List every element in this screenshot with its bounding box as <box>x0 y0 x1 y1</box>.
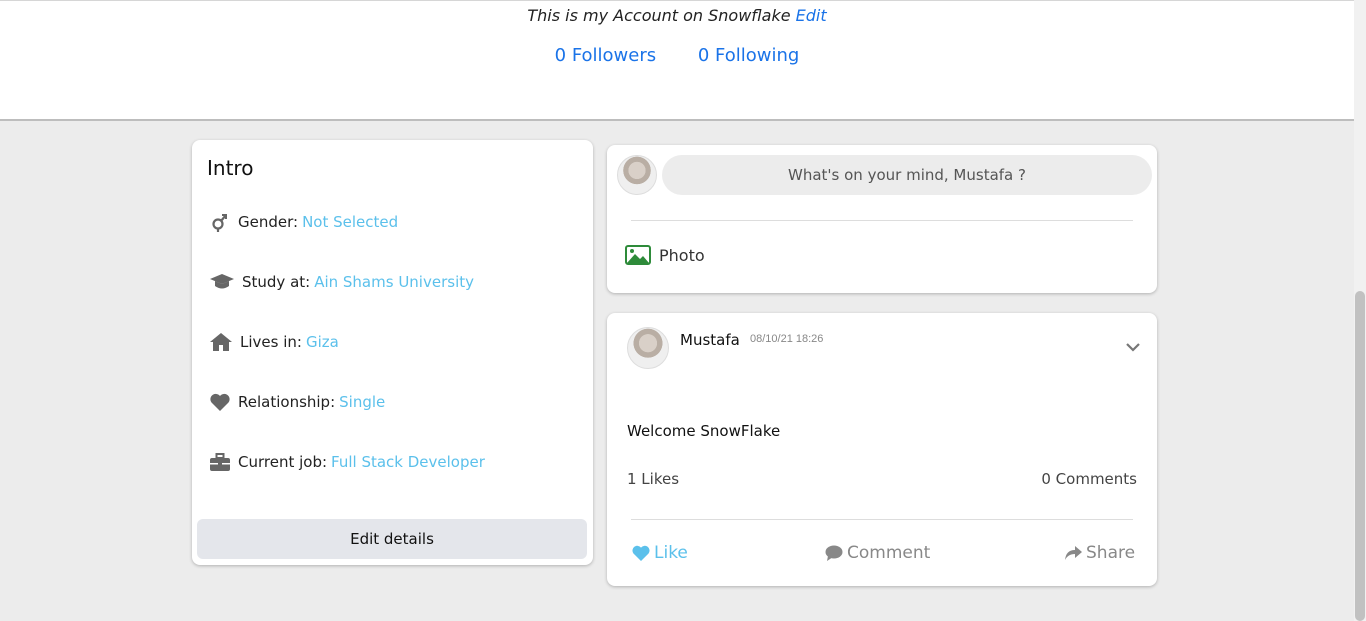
intro-gender-row: Gender: Not Selected <box>210 212 398 232</box>
gender-icon <box>210 212 234 232</box>
share-label: Share <box>1086 543 1136 563</box>
intro-title: Intro <box>207 156 254 180</box>
bio-text: This is my Account on Snowflake <box>527 6 791 25</box>
like-button[interactable]: Like <box>632 543 688 563</box>
heart-icon <box>632 545 650 561</box>
post-text: Welcome SnowFlake <box>627 422 781 440</box>
comment-icon <box>825 545 843 561</box>
intro-lives-row: Lives in: Giza <box>210 332 339 352</box>
follow-stats: 0 Followers 0 Following <box>0 45 1354 66</box>
post-divider <box>631 519 1133 520</box>
job-value: Full Stack Developer <box>331 453 485 471</box>
intro-job-row: Current job: Full Stack Developer <box>210 452 485 472</box>
relationship-label: Relationship: <box>238 393 336 411</box>
intro-study-row: Study at: Ain Shams University <box>210 272 474 292</box>
intro-relationship-row: Relationship: Single <box>210 392 385 412</box>
lives-label: Lives in: <box>240 333 302 351</box>
followers-link[interactable]: 0 Followers <box>555 45 657 66</box>
photo-button[interactable]: Photo <box>625 245 705 265</box>
profile-header: This is my Account on Snowflake Edit 0 F… <box>0 0 1354 121</box>
study-value: Ain Shams University <box>314 273 474 291</box>
intro-card: Intro Gender: Not Selected Study at: Ain… <box>192 140 593 565</box>
like-label: Like <box>654 543 688 563</box>
share-icon <box>1065 546 1082 560</box>
comment-button[interactable]: Comment <box>825 543 930 563</box>
avatar[interactable] <box>617 155 657 195</box>
following-link[interactable]: 0 Following <box>698 45 799 66</box>
scrollbar-thumb[interactable] <box>1355 291 1365 621</box>
post-author[interactable]: Mustafa <box>680 331 740 349</box>
study-label: Study at: <box>242 273 311 291</box>
heart-icon <box>210 392 234 412</box>
post-timestamp: 08/10/21 18:26 <box>750 333 824 345</box>
photo-label: Photo <box>659 245 705 265</box>
chevron-down-icon[interactable] <box>1125 339 1141 357</box>
gender-label: Gender: <box>238 213 299 231</box>
photo-icon <box>625 245 651 265</box>
briefcase-icon <box>210 452 234 472</box>
job-label: Current job: <box>238 453 328 471</box>
edit-bio-link[interactable]: Edit <box>796 6 827 25</box>
share-button[interactable]: Share <box>1064 543 1135 563</box>
post-avatar[interactable] <box>627 327 669 369</box>
post-composer: What's on your mind, Mustafa ? Photo <box>607 145 1157 293</box>
profile-bio: This is my Account on Snowflake Edit <box>0 6 1354 25</box>
composer-divider <box>631 220 1133 221</box>
lives-value: Giza <box>305 333 339 351</box>
post-card: Mustafa 08/10/21 18:26 Welcome SnowFlake… <box>607 313 1157 586</box>
graduation-cap-icon <box>210 272 238 292</box>
whats-on-your-mind-input[interactable]: What's on your mind, Mustafa ? <box>662 155 1152 195</box>
home-icon <box>210 332 236 352</box>
comment-label: Comment <box>847 543 931 563</box>
page-scrollbar[interactable] <box>1354 0 1366 621</box>
relationship-value: Single <box>339 393 386 411</box>
edit-details-button[interactable]: Edit details <box>197 519 587 559</box>
gender-value: Not Selected <box>302 213 399 231</box>
comments-count[interactable]: 0 Comments <box>1041 470 1137 488</box>
likes-count[interactable]: 1 Likes <box>627 470 679 488</box>
